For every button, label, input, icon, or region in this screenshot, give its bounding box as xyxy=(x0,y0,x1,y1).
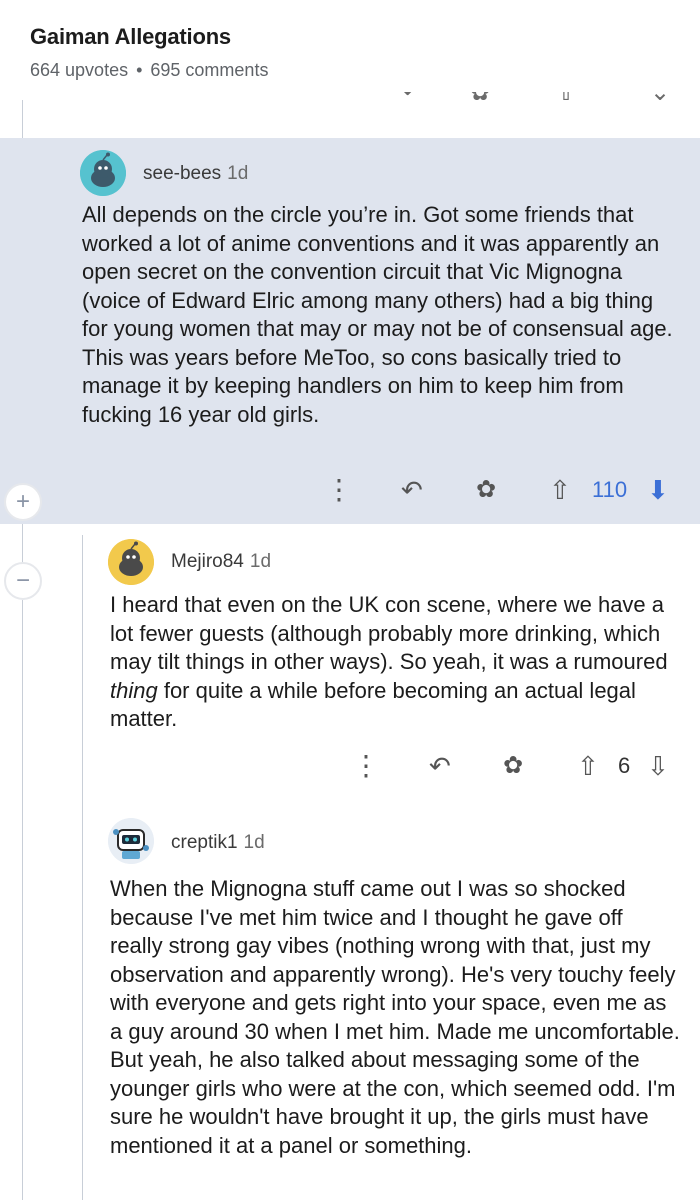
comment-username[interactable]: see-bees 1d xyxy=(143,163,248,185)
comment-highlighted: see-bees 1d All depends on the circle you… xyxy=(0,138,700,524)
award-icon[interactable]: ✿ xyxy=(503,748,523,784)
reply-icon[interactable]: ↶ xyxy=(401,472,423,508)
comment-body: I heard that even on the UK con scene, w… xyxy=(110,591,670,734)
downvote-icon[interactable]: ⇩ xyxy=(647,748,669,784)
username-text[interactable]: creptik1 xyxy=(171,832,238,853)
avatar[interactable] xyxy=(108,539,154,585)
collapse-button[interactable]: − xyxy=(4,562,42,600)
comment-body-text: for quite a while before becoming an act… xyxy=(110,677,636,732)
robot-avatar-icon xyxy=(108,818,154,864)
downvote-icon[interactable]: ⬇ xyxy=(647,472,669,508)
expand-button[interactable]: + xyxy=(4,483,42,521)
downvote-icon[interactable]: ⌄ xyxy=(650,92,670,107)
comment-body-text: I heard that even on the UK con scene, w… xyxy=(110,592,668,674)
vote-score: 110 xyxy=(592,477,628,502)
more-icon[interactable]: • xyxy=(326,92,333,101)
username-text[interactable]: see-bees xyxy=(143,163,221,184)
post-header: Gaiman Allegations 664 upvotes • 695 comme… xyxy=(0,0,700,100)
award-icon[interactable]: ✿ xyxy=(476,472,496,508)
snoo-avatar-icon xyxy=(108,539,154,585)
upvote-icon[interactable]: ⇧ xyxy=(556,92,576,107)
vote-score: 6 xyxy=(618,753,631,778)
comment-body-emphasis: thing xyxy=(110,677,158,703)
comment-actions: ⋮ ↶ ✿ ⇧ 6 ⇩ xyxy=(0,748,700,784)
upvote-icon[interactable]: ⇧ xyxy=(577,748,599,784)
comment-body: When the Mignogna stuff came out I was s… xyxy=(110,876,680,1158)
comment-actions: ⋮ ↶ ✿ ⇧ 110 ⬇ xyxy=(0,472,700,508)
comment-age: 1d xyxy=(249,551,272,572)
snoo-avatar-icon xyxy=(80,150,126,196)
post-meta: 664 upvotes • 695 comments xyxy=(30,60,700,81)
comment-age: 1d xyxy=(227,163,249,184)
thread-line xyxy=(82,535,83,1200)
comment-age: 1d xyxy=(243,832,265,853)
comment-username[interactable]: creptik1 1d xyxy=(171,832,265,854)
avatar[interactable] xyxy=(80,150,126,196)
comment-body: All depends on the circle you’re in. Got… xyxy=(82,202,673,427)
more-icon[interactable]: ⋮ xyxy=(325,472,353,508)
previous-comment-actions: • ↶ ✿ ⇧ ⌄ xyxy=(0,92,700,122)
post-title[interactable]: Gaiman Allegations xyxy=(30,24,700,50)
upvote-icon[interactable]: ⇧ xyxy=(549,472,571,508)
username-text[interactable]: Mejiro84 xyxy=(171,551,244,572)
comment-count: 695 comments xyxy=(150,60,269,80)
reply-icon[interactable]: ↶ xyxy=(402,92,422,107)
avatar[interactable] xyxy=(108,818,154,864)
thread-line xyxy=(22,600,23,1200)
award-icon[interactable]: ✿ xyxy=(470,92,490,107)
reply-icon[interactable]: ↶ xyxy=(429,748,451,784)
upvote-count: 664 upvotes xyxy=(30,60,129,80)
comment-username[interactable]: Mejiro84 1d xyxy=(171,551,271,573)
meta-separator: • xyxy=(136,60,143,80)
more-icon[interactable]: ⋮ xyxy=(352,748,380,784)
